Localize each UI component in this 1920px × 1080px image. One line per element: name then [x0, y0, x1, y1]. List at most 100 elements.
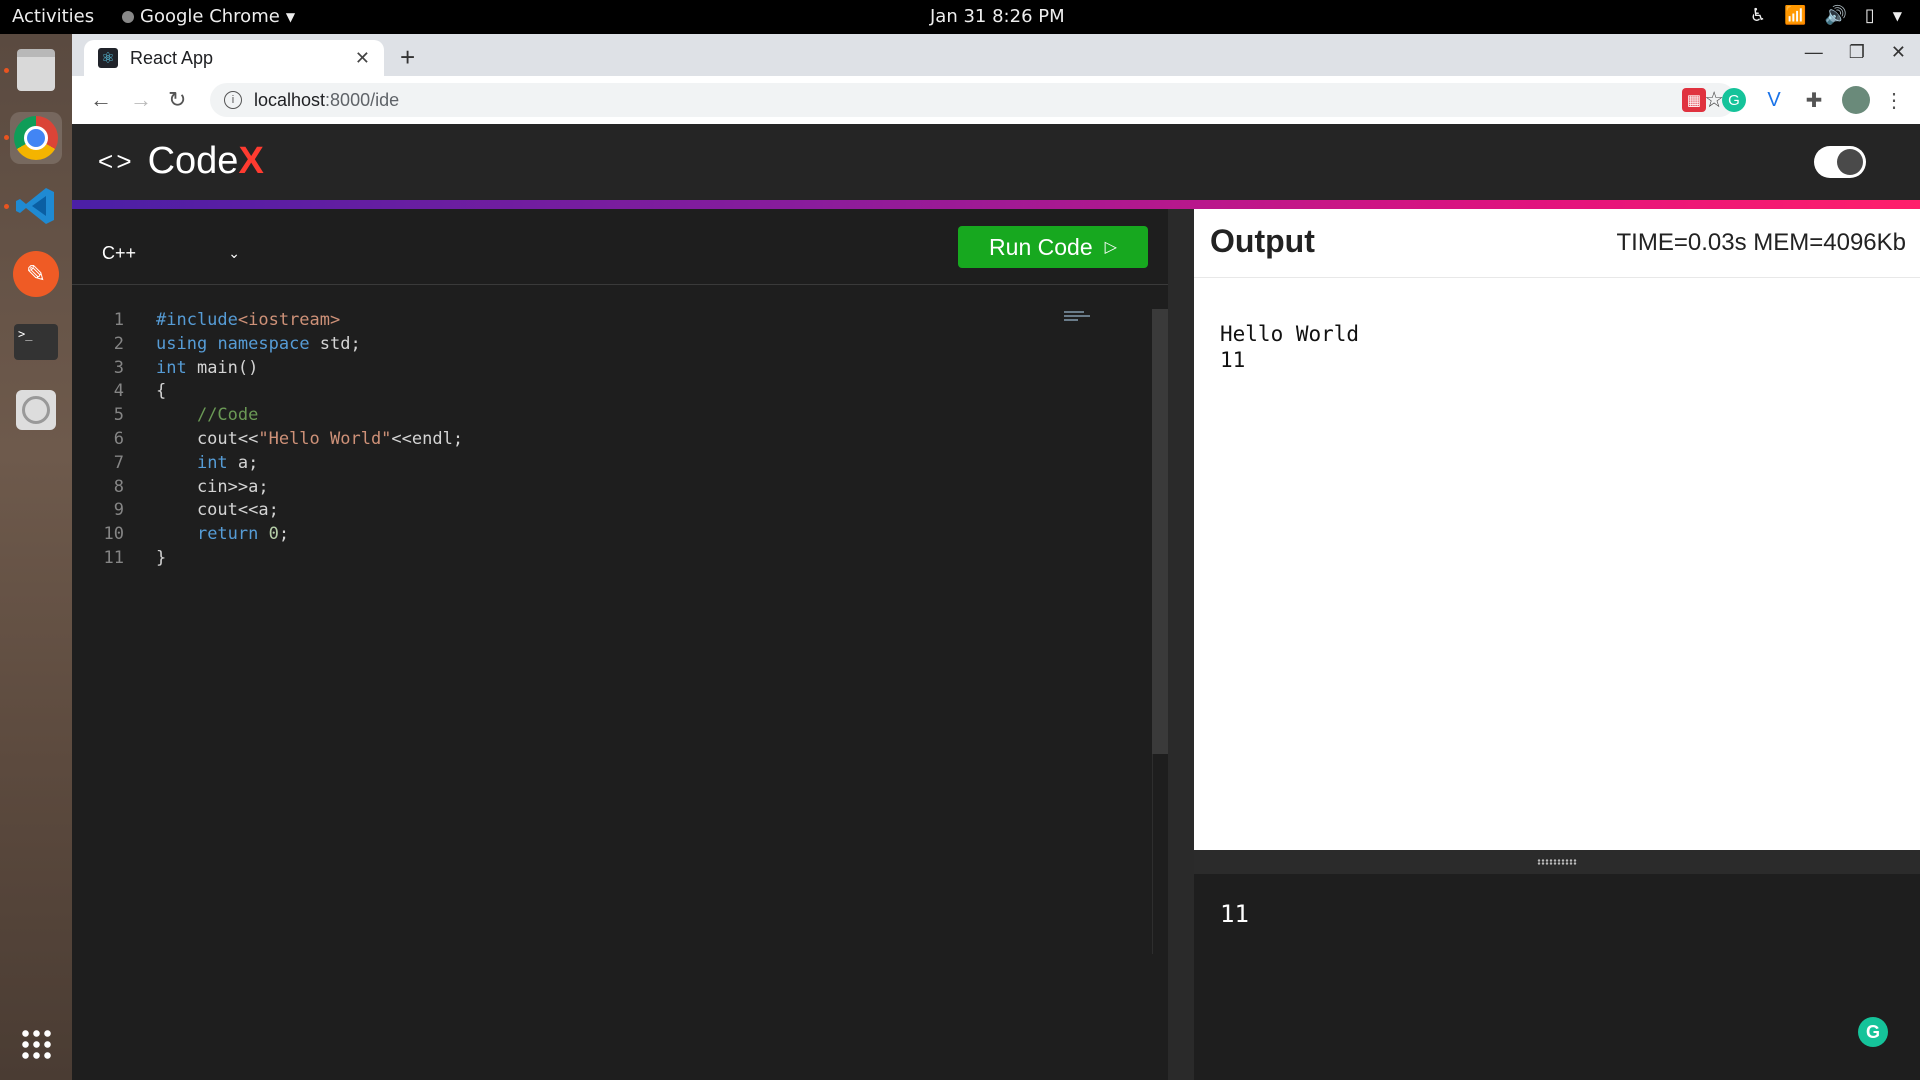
running-indicator [4, 135, 9, 140]
line-number: 6 [113, 428, 124, 449]
code-line[interactable]: 2 using namespace std; [72, 333, 1132, 357]
code-line[interactable]: 7 int a; [72, 452, 1132, 476]
chrome-icon[interactable] [10, 112, 62, 164]
code-text: } [156, 547, 167, 568]
code-line[interactable]: 4{ [72, 380, 1132, 404]
line-number: 1 [113, 310, 124, 330]
code-text: return 0; [196, 524, 290, 545]
line-number: 9 [113, 500, 124, 521]
output-text: Hello World 11 [1220, 322, 1360, 372]
code-line[interactable]: 3 int main() [72, 357, 1132, 381]
app-menu-label: Google Chrome [140, 6, 280, 27]
tab-react-app[interactable]: ⚛ React App ✕ [84, 40, 384, 76]
code-text: //Code [196, 405, 259, 426]
disk-icon[interactable] [10, 384, 62, 436]
code-line[interactable]: 8 cin>>a; [72, 476, 1132, 500]
line-number: 10 [103, 524, 124, 545]
code-text: cin>>a; [156, 476, 269, 497]
language-select[interactable]: C++ ⌄ [102, 235, 240, 271]
chrome-menu-icon[interactable]: ⋮ [1882, 88, 1906, 112]
code-brackets-icon: < > [98, 146, 132, 176]
line-number: 4 [113, 381, 124, 402]
output-title: Output [1210, 223, 1315, 259]
code-text: { [156, 381, 167, 402]
output-input-splitter[interactable] [1194, 850, 1920, 874]
line-number: 7 [113, 452, 124, 473]
code-line[interactable]: 6 cout<<"Hello World"<<endl; [72, 428, 1132, 452]
extensions-puzzle-icon[interactable]: ✚ [1802, 88, 1826, 112]
app-menu[interactable]: Google Chrome ▼ [122, 6, 295, 27]
new-tab-button[interactable]: + [400, 42, 415, 73]
code-line[interactable]: 9 cout<<a; [72, 499, 1132, 523]
volume-icon: 🔊 [1824, 5, 1847, 26]
editor-scrollbar-track [1152, 754, 1169, 954]
output-header: Output TIME=0.03s MEM=4096Kb [1194, 209, 1920, 278]
code-editor[interactable]: 1 #include<iostream> 2 using namespace std;… [72, 309, 1132, 571]
minimap[interactable] [1064, 309, 1094, 327]
editor-scrollbar[interactable] [1152, 309, 1168, 754]
run-code-button[interactable]: Run Code ▷ [958, 226, 1148, 268]
minimize-icon[interactable]: — [1805, 42, 1823, 63]
brand-logo[interactable]: < > Code X [98, 140, 264, 183]
grammarly-icon[interactable]: G [1858, 1017, 1888, 1047]
running-indicator [4, 68, 9, 73]
code-line[interactable]: 10 return 0; [72, 523, 1132, 547]
site-info-icon[interactable]: i [224, 91, 242, 109]
accessibility-icon[interactable]: ♿ [1750, 5, 1766, 26]
line-number: 11 [103, 547, 124, 568]
divider [72, 284, 1168, 285]
code-line[interactable]: 1 #include<iostream> [72, 309, 1132, 333]
app-header: < > Code X [72, 124, 1920, 200]
drag-handle-icon[interactable] [1537, 859, 1577, 865]
code-line[interactable]: 5 //Code [72, 404, 1132, 428]
dock: ✎ >_ [0, 34, 72, 1080]
vscode-icon[interactable] [10, 180, 62, 232]
language-value: C++ [102, 242, 137, 263]
battery-icon: ▯ [1864, 5, 1875, 26]
extension-red-icon[interactable]: ▦ [1682, 88, 1706, 112]
terminal-icon[interactable]: >_ [10, 316, 62, 368]
grammarly-extension-icon[interactable]: G [1722, 88, 1746, 112]
pane-splitter[interactable] [1168, 209, 1194, 1080]
react-favicon-icon: ⚛ [98, 48, 118, 68]
forward-icon[interactable]: → [130, 87, 152, 113]
show-applications-icon[interactable] [10, 1018, 62, 1070]
activities-button[interactable]: Activities [12, 6, 94, 27]
code-text: using namespace std; [156, 333, 361, 354]
run-stats: TIME=0.03s MEM=4096Kb [1616, 229, 1906, 256]
brand-name: Code [147, 140, 239, 182]
stdin-input[interactable]: 11 [1194, 874, 1920, 1080]
code-text: #include<iostream> [156, 310, 341, 330]
extension-v-icon[interactable]: V [1762, 88, 1786, 112]
files-icon[interactable] [10, 44, 62, 96]
postman-icon[interactable]: ✎ [10, 248, 62, 300]
tab-strip: ⚛ React App ✕ + — ❐ ✕ [72, 34, 1920, 76]
reload-icon[interactable]: ↻ [168, 87, 186, 113]
play-icon: ▷ [1104, 239, 1117, 256]
restore-icon[interactable]: ❐ [1849, 42, 1865, 63]
close-icon[interactable]: ✕ [355, 48, 370, 69]
system-tray[interactable]: ♿ 📶 🔊 ▯ ▼ [1750, 5, 1902, 26]
system-top-bar: Activities Google Chrome ▼ Jan 31 8:26 P… [0, 0, 1920, 34]
theme-toggle[interactable] [1814, 146, 1866, 178]
chevron-down-icon: ▼ [1892, 8, 1902, 23]
profile-avatar[interactable] [1842, 86, 1870, 114]
chevron-down-icon: ⌄ [228, 244, 240, 261]
clock[interactable]: Jan 31 8:26 PM [930, 6, 1065, 27]
code-line[interactable]: 11} [72, 547, 1132, 571]
line-number: 8 [113, 476, 124, 497]
editor-pane: C++ ⌄ Run Code ▷ 1 #include<iostream> 2 usi… [72, 209, 1168, 1080]
back-icon[interactable]: ← [90, 87, 112, 113]
chrome-small-icon [122, 10, 134, 23]
url-text: localhost:8000/ide [254, 89, 400, 110]
code-text: int main() [156, 357, 259, 378]
code-text: cout<<"Hello World"<<endl; [156, 428, 464, 449]
address-bar[interactable]: i localhost:8000/ide ☆ [210, 83, 1736, 117]
gradient-divider [72, 200, 1920, 209]
toggle-knob [1837, 149, 1863, 175]
wifi-icon: 📶 [1784, 5, 1807, 26]
chevron-down-icon: ▼ [285, 9, 296, 24]
code-text: int a; [196, 452, 259, 473]
brand-accent: X [238, 140, 264, 182]
close-window-icon[interactable]: ✕ [1891, 42, 1906, 63]
